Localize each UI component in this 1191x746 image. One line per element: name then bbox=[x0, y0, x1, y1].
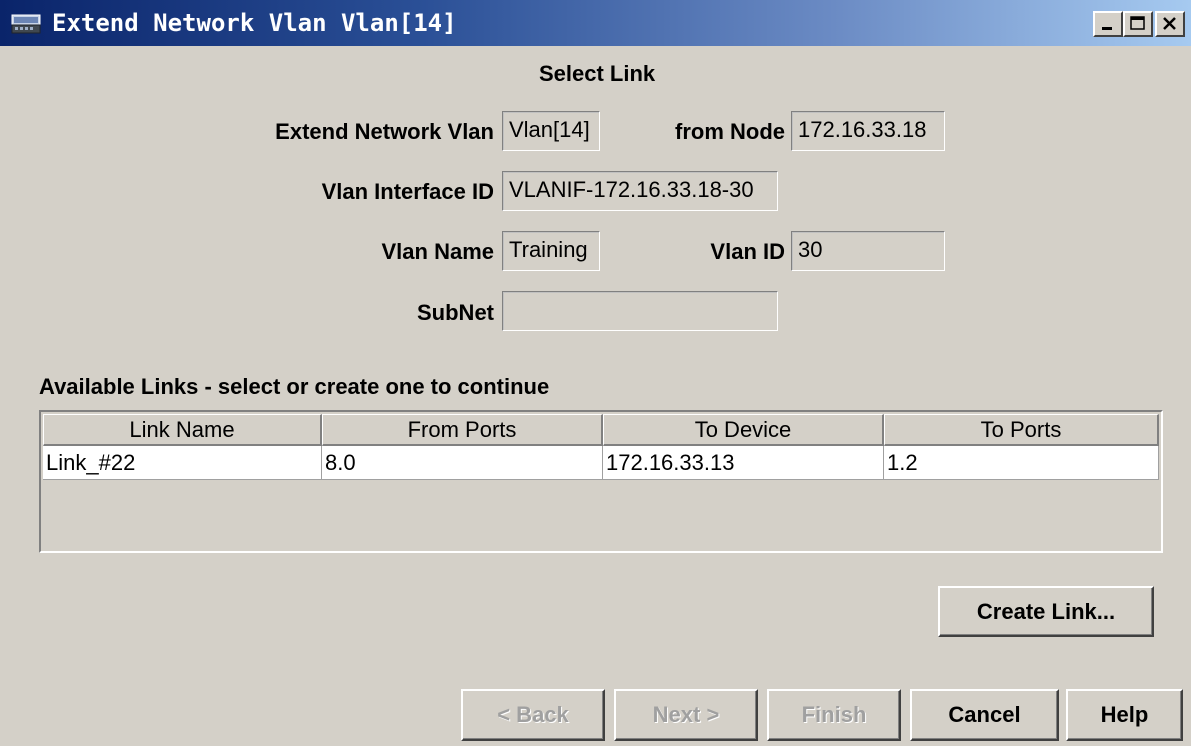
subnet-field[interactable] bbox=[502, 291, 778, 331]
cell-to-ports[interactable]: 1.2 bbox=[884, 446, 1159, 480]
network-device-icon bbox=[11, 13, 41, 35]
close-button[interactable] bbox=[1155, 11, 1185, 37]
vlan-interface-id-field: VLANIF-172.16.33.18-30 bbox=[502, 171, 778, 211]
links-table[interactable]: Link Name From Ports To Device To Ports … bbox=[39, 410, 1163, 553]
finish-button[interactable]: Finish bbox=[767, 689, 901, 741]
from-node-label: from Node bbox=[675, 119, 785, 144]
from-node-field: 172.16.33.18 bbox=[791, 111, 945, 151]
back-button[interactable]: < Back bbox=[461, 689, 605, 741]
maximize-icon bbox=[1130, 16, 1145, 30]
column-header-link-name[interactable]: Link Name bbox=[43, 414, 322, 446]
vlan-name-label: Vlan Name bbox=[381, 239, 495, 264]
table-row[interactable]: Link_#22 8.0 172.16.33.13 1.2 bbox=[43, 446, 1159, 480]
available-links-heading: Available Links - select or create one t… bbox=[39, 374, 550, 399]
minimize-button[interactable] bbox=[1093, 11, 1123, 37]
links-table-header: Link Name From Ports To Device To Ports bbox=[43, 414, 1159, 446]
page-title: Select Link bbox=[539, 61, 656, 86]
cancel-button[interactable]: Cancel bbox=[910, 689, 1059, 741]
minimize-icon bbox=[1102, 27, 1112, 30]
help-button[interactable]: Help bbox=[1066, 689, 1183, 741]
extend-network-vlan-label: Extend Network Vlan bbox=[275, 119, 494, 144]
close-icon bbox=[1163, 17, 1176, 30]
vlan-name-field: Training bbox=[502, 231, 600, 271]
title-bar[interactable]: Extend Network Vlan Vlan[14] bbox=[0, 0, 1191, 46]
vlan-id-field: 30 bbox=[791, 231, 945, 271]
cell-to-device[interactable]: 172.16.33.13 bbox=[603, 446, 884, 480]
column-header-to-device[interactable]: To Device bbox=[603, 414, 884, 446]
cell-from-ports[interactable]: 8.0 bbox=[322, 446, 603, 480]
column-header-from-ports[interactable]: From Ports bbox=[322, 414, 603, 446]
vlan-interface-id-label: Vlan Interface ID bbox=[321, 179, 494, 204]
create-link-button[interactable]: Create Link... bbox=[938, 586, 1154, 637]
column-header-to-ports[interactable]: To Ports bbox=[884, 414, 1159, 446]
vlan-id-label: Vlan ID bbox=[710, 239, 785, 264]
subnet-label: SubNet bbox=[417, 300, 494, 325]
wizard-window: Extend Network Vlan Vlan[14] Select Link… bbox=[0, 0, 1191, 746]
window-title: Extend Network Vlan Vlan[14] bbox=[52, 9, 457, 37]
maximize-button[interactable] bbox=[1123, 11, 1153, 37]
cell-link-name[interactable]: Link_#22 bbox=[43, 446, 322, 480]
extend-network-vlan-field: Vlan[14] bbox=[502, 111, 600, 151]
next-button[interactable]: Next > bbox=[614, 689, 758, 741]
